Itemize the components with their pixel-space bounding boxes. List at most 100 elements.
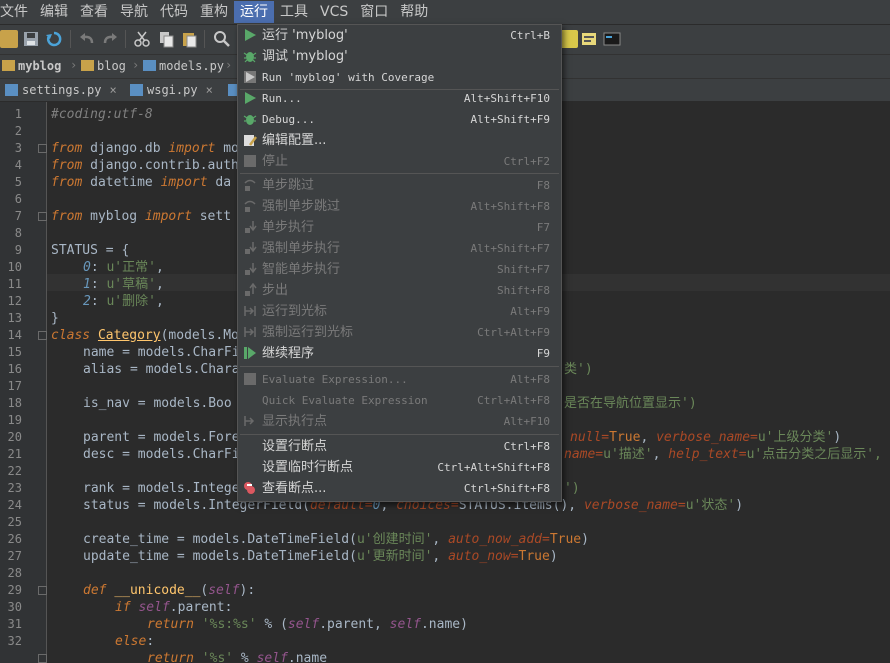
breadcrumb-folder[interactable]: blog — [81, 58, 126, 75]
line-number: 7 — [14, 209, 22, 223]
fold-marker-icon[interactable] — [38, 212, 47, 221]
breadcrumb-project[interactable]: myblog — [2, 58, 61, 75]
menu-item-resume-program[interactable]: 继续程序 F9 — [238, 343, 561, 364]
code-line-10: 0: u'正常', — [83, 260, 164, 275]
menu-item-edit-configurations[interactable]: 编辑配置... — [238, 130, 561, 151]
menu-item-view-breakpoints[interactable]: 查看断点... Ctrl+Shift+F8 — [238, 478, 561, 499]
debug-icon — [243, 115, 257, 125]
menu-help[interactable]: 帮助 — [394, 1, 434, 23]
menu-tools[interactable]: 工具 — [274, 1, 314, 23]
line-number: 32 — [7, 634, 22, 648]
save-icon[interactable] — [22, 30, 40, 48]
python-file-icon — [143, 60, 156, 71]
fold-marker-icon[interactable] — [38, 654, 47, 663]
line-number: 5 — [14, 175, 22, 189]
chevron-right-icon: › — [225, 58, 233, 72]
line-number-gutter: 1 2 3 4 5 6 7 8 9 10 11 12 13 14 15 16 1… — [0, 102, 47, 663]
code-line-26: create_time = models.DateTimeField(u'创建时… — [83, 532, 589, 547]
edit-config-icon — [244, 135, 257, 146]
redo-icon[interactable] — [101, 30, 119, 48]
line-number: 13 — [7, 311, 22, 325]
tab-models[interactable] — [228, 79, 241, 101]
menu-view[interactable]: 查看 — [74, 1, 114, 23]
menu-item-run-coverage[interactable]: Run 'myblog' with Coverage — [238, 67, 561, 88]
code-line-20-tail: null=True, verbose_name=u'上级分类') — [570, 430, 842, 445]
code-line-7: from myblog import sett — [51, 209, 232, 224]
menu-item-stop[interactable]: 停止 Ctrl+F2 — [238, 151, 561, 172]
breadcrumb-file[interactable]: models.py — [143, 58, 224, 75]
menu-code[interactable]: 代码 — [154, 1, 194, 23]
menu-item-force-step-into[interactable]: 强制单步执行 Alt+Shift+F7 — [238, 238, 561, 259]
line-number: 14 — [7, 328, 22, 342]
find-icon[interactable] — [213, 30, 231, 48]
paste-icon[interactable] — [180, 30, 198, 48]
line-number: 21 — [7, 447, 22, 461]
code-line-3: from django.db import mo — [51, 141, 239, 156]
menu-item-force-step-over[interactable]: 强制单步跳过 Alt+Shift+F8 — [238, 196, 561, 217]
run-icon — [245, 92, 256, 104]
tab-settings[interactable]: settings.py × — [0, 79, 117, 101]
menu-item-toggle-line-breakpoint[interactable]: 设置行断点 Ctrl+F8 — [238, 436, 561, 457]
menu-item-debug-dialog[interactable]: Debug... Alt+Shift+F9 — [238, 109, 561, 130]
code-line-14: class Category(models.Mo — [51, 328, 239, 343]
fold-marker-icon[interactable] — [38, 331, 47, 340]
menu-window[interactable]: 窗口 — [354, 1, 394, 23]
open-folder-icon[interactable] — [0, 30, 18, 48]
menu-item-force-run-to-cursor[interactable]: 强制运行到光标 Ctrl+Alt+F9 — [238, 322, 561, 343]
menu-item-show-execution-point[interactable]: 显示执行点 Alt+F10 — [238, 411, 561, 432]
code-line-21: desc = models.CharFi — [83, 447, 240, 462]
menu-edit[interactable]: 编辑 — [34, 1, 74, 23]
code-line-23-tail: ') — [564, 481, 580, 496]
menu-item-step-into[interactable]: 单步执行 F7 — [238, 217, 561, 238]
undo-icon[interactable] — [78, 30, 96, 48]
breakpoints-icon — [244, 482, 255, 494]
menu-item-run-to-cursor[interactable]: 运行到光标 Alt+F9 — [238, 301, 561, 322]
force-step-over-icon — [244, 200, 256, 212]
fold-marker-icon[interactable] — [38, 586, 47, 595]
line-number: 11 — [7, 277, 22, 291]
copy-icon[interactable] — [157, 30, 175, 48]
code-line-31: return '%s:%s' % (self.parent, self.name… — [147, 617, 468, 632]
menu-item-smart-step-into[interactable]: 智能单步执行 Shift+F7 — [238, 259, 561, 280]
menu-item-run-myblog[interactable]: 运行 'myblog' Ctrl+B — [238, 25, 561, 46]
cut-icon[interactable] — [133, 30, 151, 48]
menu-item-toggle-temporary-breakpoint[interactable]: 设置临时行断点 Ctrl+Alt+Shift+F8 — [238, 457, 561, 478]
menu-item-step-over[interactable]: 单步跳过 F8 — [238, 175, 561, 196]
close-icon[interactable]: × — [206, 83, 213, 97]
step-out-icon — [245, 283, 257, 296]
line-number: 16 — [7, 362, 22, 376]
terminal-icon[interactable] — [603, 30, 621, 48]
tasks-icon[interactable] — [580, 30, 598, 48]
code-line-16: alias = models.Chara — [83, 362, 240, 377]
menu-file[interactable]: 文件 — [0, 1, 34, 23]
code-line-32: else: — [115, 634, 155, 649]
sdk-manager-icon[interactable] — [560, 30, 578, 48]
menu-vcs[interactable]: VCS — [314, 1, 354, 23]
line-number: 10 — [7, 260, 22, 274]
code-line-20: parent = models.Fore — [83, 430, 240, 445]
menu-navigate[interactable]: 导航 — [114, 1, 154, 23]
menu-item-evaluate-expression[interactable]: Evaluate Expression... Alt+F8 — [238, 369, 561, 390]
menu-run[interactable]: 运行 — [234, 1, 274, 23]
menu-item-quick-evaluate[interactable]: Quick Evaluate Expression Ctrl+Alt+F8 — [238, 390, 561, 411]
code-line-30: if self.parent: — [115, 600, 233, 615]
folder-icon — [81, 60, 94, 71]
menu-item-debug-myblog[interactable]: 调试 'myblog' — [238, 46, 561, 67]
tab-wsgi[interactable]: wsgi.py × — [125, 79, 213, 101]
close-icon[interactable]: × — [109, 83, 116, 97]
sync-icon[interactable] — [45, 30, 63, 48]
line-number: 4 — [14, 158, 22, 172]
code-line-1: #coding:utf-8 — [51, 107, 153, 122]
line-number: 22 — [7, 464, 22, 478]
fold-marker-icon[interactable] — [38, 144, 47, 153]
force-step-into-icon — [245, 242, 257, 254]
line-number: 29 — [7, 583, 22, 597]
python-file-icon — [5, 84, 18, 96]
line-number: 18 — [7, 396, 22, 410]
code-line-23: rank = models.Intege — [83, 481, 240, 496]
menu-item-run-dialog[interactable]: Run... Alt+Shift+F10 — [238, 88, 561, 109]
chevron-right-icon: › — [70, 58, 78, 72]
menu-refactor[interactable]: 重构 — [194, 1, 234, 23]
menu-item-step-out[interactable]: 步出 Shift+F8 — [238, 280, 561, 301]
line-number: 26 — [7, 532, 22, 546]
